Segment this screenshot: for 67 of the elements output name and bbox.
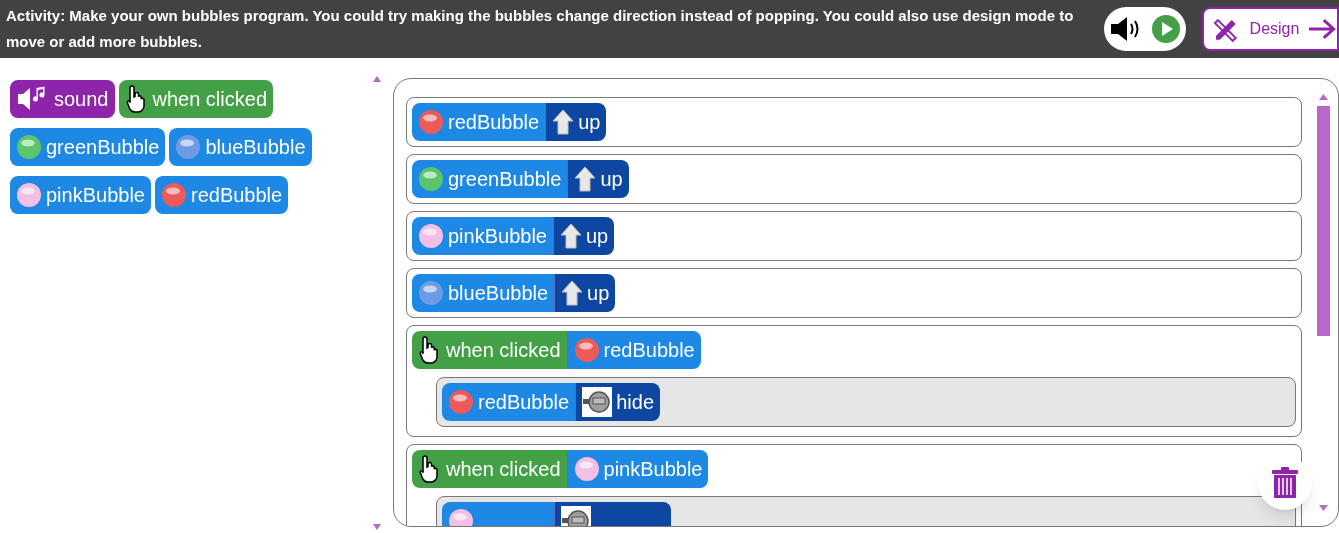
block-label: hide xyxy=(616,392,654,412)
scrollbar-thumb[interactable] xyxy=(1317,106,1330,336)
scroll-down-icon[interactable] xyxy=(373,524,381,530)
code-block[interactable]: blueBubble xyxy=(169,128,312,166)
code-block[interactable]: pinkBubble xyxy=(412,217,553,255)
block-label: when clicked xyxy=(446,340,561,360)
code-block[interactable]: pinkBubble xyxy=(566,450,709,488)
block-label: blueBubble xyxy=(205,137,306,157)
code-block[interactable]: when clicked xyxy=(412,450,567,488)
code-block[interactable]: when clicked xyxy=(412,331,567,369)
bubble-icon xyxy=(418,223,444,249)
scroll-up-icon[interactable] xyxy=(373,76,381,82)
block-label: greenBubble xyxy=(46,137,160,157)
scroll-up-icon[interactable] xyxy=(1319,94,1328,100)
code-block[interactable]: redBubble xyxy=(566,331,701,369)
play-icon[interactable] xyxy=(1151,14,1182,44)
bubble-icon xyxy=(16,134,42,160)
block-label: pinkBubble xyxy=(603,459,703,479)
code-block[interactable]: up xyxy=(554,274,616,312)
up-arrow-icon xyxy=(559,223,582,249)
up-arrow-icon xyxy=(561,280,584,306)
block-label: up xyxy=(587,283,610,303)
code-block[interactable]: up xyxy=(567,160,629,198)
code-block[interactable]: sound xyxy=(10,80,115,118)
bubble-icon xyxy=(418,280,444,306)
trash-icon xyxy=(1271,467,1299,499)
block-label: up xyxy=(600,169,623,189)
block-label: pinkBubble xyxy=(448,226,547,246)
code-block[interactable]: pinkBubble xyxy=(10,176,151,214)
block-label: greenBubble xyxy=(448,169,562,189)
bubble-icon xyxy=(573,456,600,482)
up-arrow-icon xyxy=(552,109,575,135)
bubble-icon xyxy=(418,166,444,192)
code-block[interactable]: up xyxy=(545,103,607,141)
code-block[interactable]: redBubble xyxy=(442,383,576,421)
bubble-icon xyxy=(16,182,42,208)
code-block[interactable]: when clicked xyxy=(118,80,273,118)
up-arrow-icon xyxy=(574,166,597,192)
design-button[interactable]: Design xyxy=(1202,7,1339,51)
audio-controls[interactable] xyxy=(1104,7,1186,51)
block-label: blueBubble xyxy=(448,283,549,303)
block-label: up xyxy=(578,112,601,132)
block-label: redBubble xyxy=(448,112,540,132)
scroll-down-icon[interactable] xyxy=(1319,505,1328,511)
arrow-right-icon xyxy=(1307,17,1337,41)
code-block[interactable]: redBubble xyxy=(412,103,546,141)
hide-icon xyxy=(582,387,613,417)
bubble-icon xyxy=(418,109,444,135)
code-block[interactable]: redBubble xyxy=(154,176,289,214)
bubble-icon xyxy=(175,134,202,160)
code-block[interactable]: up xyxy=(552,217,615,255)
block-label: up xyxy=(585,226,609,246)
code-block[interactable]: greenBubble xyxy=(412,160,568,198)
block-label: pinkBubble xyxy=(46,185,145,205)
code-block[interactable]: greenBubble xyxy=(10,128,166,166)
block-label: when clicked xyxy=(446,459,561,479)
bubble-icon xyxy=(160,182,187,208)
block-label: redBubble xyxy=(190,185,283,205)
block-label: when clicked xyxy=(152,89,267,109)
bubble-icon xyxy=(448,389,474,415)
code-block[interactable]: blueBubble xyxy=(412,274,555,312)
block-label: redBubble xyxy=(478,392,570,412)
code-block[interactable]: hide xyxy=(575,383,660,421)
bubble-icon xyxy=(573,337,600,363)
block-label: sound xyxy=(54,89,109,109)
block-label: redBubble xyxy=(603,340,695,360)
activity-text: Activity: Make your own bubbles program. You could try making the bubbles change direction instead of popping. You could also use design mode to move or add more bubbles. xyxy=(6,6,1075,52)
